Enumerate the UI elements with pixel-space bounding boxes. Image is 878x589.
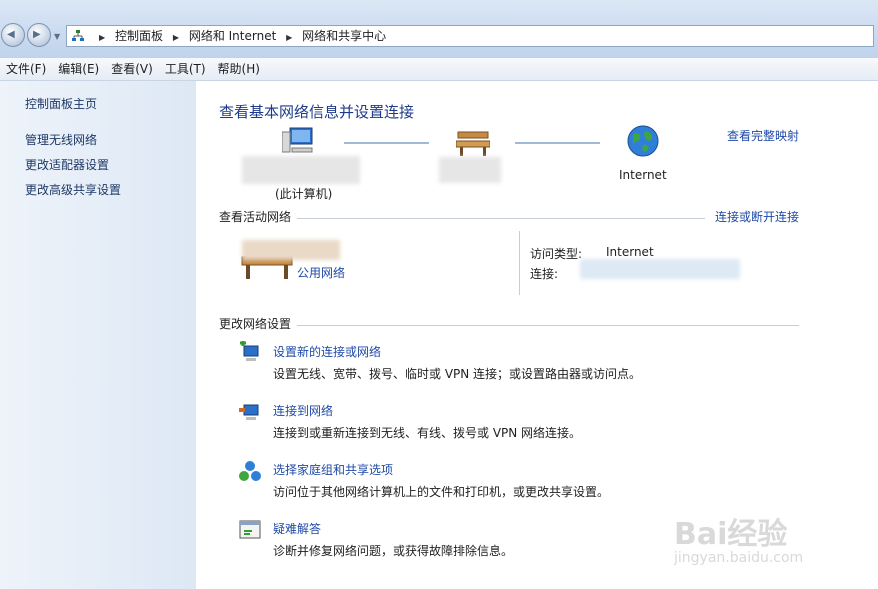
menu-view[interactable]: 查看(V) — [105, 58, 159, 80]
blurred-computer-name — [242, 156, 360, 184]
sidebar-item-advanced-sharing[interactable]: 更改高级共享设置 — [25, 181, 121, 198]
this-pc-label: (此计算机) — [275, 187, 333, 201]
recent-pages-icon[interactable]: ▼ — [54, 32, 60, 41]
map-connection-line — [515, 142, 600, 144]
option-new-connection-link[interactable]: 设置新的连接或网络 — [273, 343, 381, 360]
new-connection-icon — [240, 341, 259, 361]
full-map-link[interactable]: 查看完整映射 — [727, 127, 799, 144]
chevron-right-icon[interactable]: ▶ — [99, 33, 105, 42]
option-homegroup-link[interactable]: 选择家庭组和共享选项 — [273, 461, 393, 478]
breadcrumb: ▶ 控制面板 ▶ 网络和 Internet ▶ 网络和共享中心 — [93, 26, 386, 46]
option-homegroup-desc: 访问位于其他网络计算机上的文件和打印机，或更改共享设置。 — [273, 485, 610, 499]
network-center-icon — [72, 30, 84, 41]
option-new-connection-desc: 设置无线、宽带、拨号、临时或 VPN 连接；或设置路由器或访问点。 — [273, 367, 642, 381]
blurred-connection-name[interactable] — [580, 259, 740, 279]
option-troubleshoot-desc: 诊断并修复网络问题，或获得故障排除信息。 — [273, 544, 514, 558]
internet-label: Internet — [619, 168, 667, 182]
chevron-right-icon[interactable]: ▶ — [286, 33, 292, 42]
menu-file[interactable]: 文件(F) — [0, 58, 52, 80]
main-content: 查看基本网络信息并设置连接 查看完整映射 (此计算机) Internet 查看活… — [196, 81, 878, 589]
public-network-bench-icon — [456, 131, 490, 156]
connect-to-network-icon — [239, 404, 259, 420]
arrow-left-icon: ◀ — [7, 29, 15, 40]
arrow-right-icon: ▶ — [33, 29, 41, 40]
homegroup-icon — [239, 461, 261, 481]
watermark-url: jingyan.baidu.com — [674, 550, 804, 566]
connect-disconnect-link[interactable]: 连接或断开连接 — [715, 208, 799, 225]
breadcrumb-control-panel[interactable]: 控制面板 — [115, 29, 163, 43]
menu-tools[interactable]: 工具(T) — [159, 58, 212, 80]
sidebar-item-control-panel-home[interactable]: 控制面板主页 — [25, 95, 97, 112]
menu-help[interactable]: 帮助(H) — [212, 58, 266, 80]
troubleshoot-icon — [239, 520, 261, 539]
blurred-active-network-name — [242, 240, 340, 260]
network-type-link[interactable]: 公用网络 — [297, 264, 345, 281]
address-toolbar: ◀ ▶ ▼ ▶ 控制面板 ▶ 网络和 Internet ▶ 网络和共享中心 — [0, 0, 878, 58]
breadcrumb-network-sharing-center[interactable]: 网络和共享中心 — [302, 29, 386, 43]
watermark-logo: Bai经验 — [674, 517, 788, 552]
page-title: 查看基本网络信息并设置连接 — [219, 103, 415, 121]
section-divider — [297, 325, 799, 326]
change-settings-header: 更改网络设置 — [219, 317, 292, 331]
internet-globe-icon — [627, 125, 659, 157]
address-bar[interactable]: ▶ 控制面板 ▶ 网络和 Internet ▶ 网络和共享中心 — [66, 25, 874, 47]
option-troubleshoot-link[interactable]: 疑难解答 — [273, 520, 321, 537]
access-type-value: Internet — [606, 245, 654, 259]
back-button[interactable]: ◀ — [1, 23, 25, 47]
computer-icon — [282, 127, 313, 153]
breadcrumb-network-internet[interactable]: 网络和 Internet — [189, 29, 276, 43]
section-divider — [297, 218, 705, 219]
menu-edit[interactable]: 编辑(E) — [52, 58, 105, 80]
sidebar-item-adapter-settings[interactable]: 更改适配器设置 — [25, 156, 109, 173]
forward-button[interactable]: ▶ — [27, 23, 51, 47]
section-divider — [519, 231, 520, 295]
map-connection-line — [344, 142, 429, 144]
option-connect-network-link[interactable]: 连接到网络 — [273, 402, 333, 419]
access-type-label: 访问类型: — [530, 247, 583, 261]
sidebar-item-manage-wireless[interactable]: 管理无线网络 — [25, 131, 97, 148]
option-connect-network-desc: 连接到或重新连接到无线、有线、拨号或 VPN 网络连接。 — [273, 426, 582, 440]
active-networks-header: 查看活动网络 — [219, 210, 292, 224]
chevron-right-icon[interactable]: ▶ — [173, 33, 179, 42]
blurred-network-name — [439, 157, 501, 183]
menu-bar: 文件(F) 编辑(E) 查看(V) 工具(T) 帮助(H) — [0, 58, 878, 81]
sidebar: 控制面板主页 管理无线网络 更改适配器设置 更改高级共享设置 — [0, 81, 196, 589]
connection-label: 连接: — [530, 267, 559, 281]
